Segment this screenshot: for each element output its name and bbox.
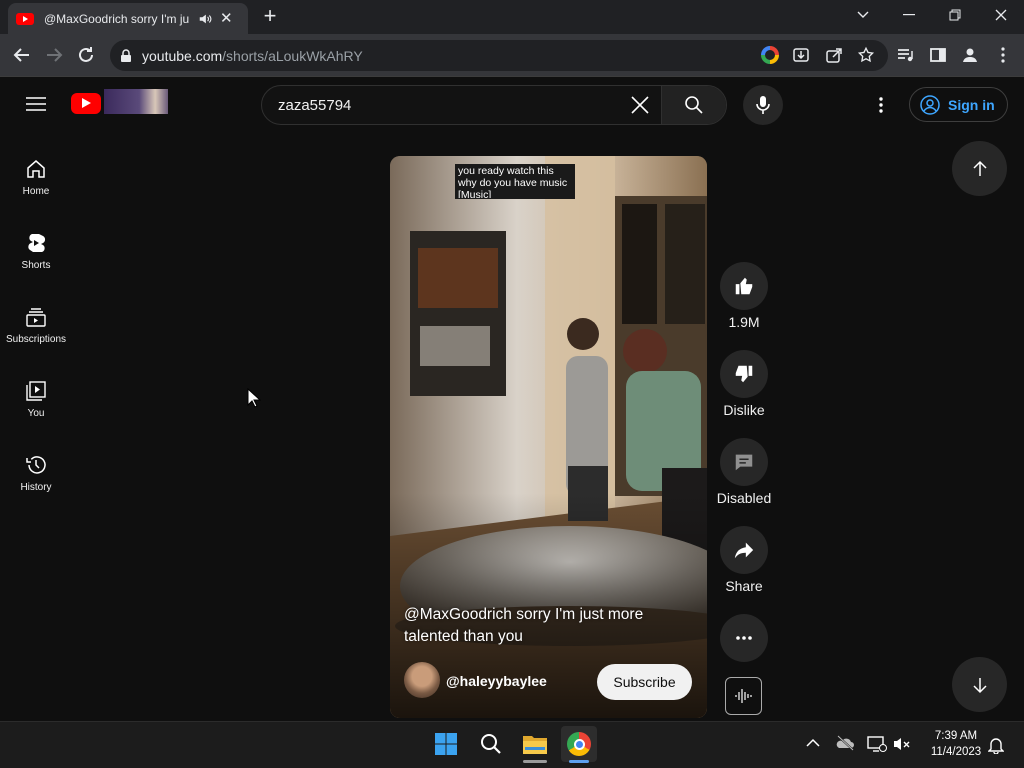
guide-item-you[interactable]: You [0, 369, 72, 429]
shorts-icon [28, 233, 46, 252]
share-label: Share [725, 578, 763, 594]
settings-menu-icon[interactable] [877, 96, 885, 114]
back-icon[interactable] [11, 44, 33, 66]
google-icon[interactable] [761, 46, 779, 64]
next-short-button[interactable] [952, 657, 1007, 712]
caption-line: why do you have music [458, 177, 568, 189]
guide-label-subscriptions: Subscriptions [5, 333, 67, 345]
like-button[interactable] [720, 262, 768, 310]
short-title[interactable]: @MaxGoodrich sorry I'm just more talente… [404, 604, 694, 648]
guide-label-history: History [20, 481, 52, 493]
subscribe-button[interactable]: Subscribe [597, 664, 692, 700]
media-queue-icon[interactable] [896, 46, 914, 64]
mouse-cursor-icon [247, 388, 261, 408]
guide-item-home[interactable]: Home [0, 147, 72, 207]
channel-avatar[interactable] [404, 662, 440, 698]
dislike-button[interactable] [720, 350, 768, 398]
onedrive-offline-icon[interactable] [835, 735, 855, 751]
chrome-taskbar-icon[interactable] [561, 726, 597, 762]
side-panel-icon[interactable] [929, 46, 947, 64]
guide-label-you: You [27, 407, 45, 419]
home-icon [27, 159, 45, 178]
comments-button[interactable] [720, 438, 768, 486]
caption-line: [Music] [458, 189, 492, 198]
guide-item-history[interactable]: History [0, 443, 72, 503]
search-input[interactable]: zaza55794 [278, 97, 631, 114]
clock-time: 7:39 AM [934, 730, 978, 742]
more-horizontal-icon [736, 636, 752, 640]
guide-label-shorts: Shorts [21, 259, 51, 271]
youtube-logo-icon[interactable] [71, 93, 101, 114]
show-hidden-icons-icon[interactable] [806, 738, 820, 748]
doodle-logo[interactable] [104, 89, 168, 114]
restore-icon[interactable] [932, 0, 978, 30]
new-tab-icon[interactable]: + [258, 4, 282, 28]
profile-icon[interactable] [961, 46, 979, 64]
more-actions-button[interactable] [720, 614, 768, 662]
thumbs-down-icon [735, 365, 753, 383]
search-icon [685, 96, 703, 114]
comment-icon [735, 454, 753, 471]
audio-wave-icon [734, 689, 752, 703]
share-icon [734, 542, 754, 559]
explorer-running-indicator [523, 760, 547, 763]
bookmark-star-icon[interactable] [857, 46, 875, 64]
sign-in-button[interactable]: Sign in [909, 87, 1008, 122]
reload-icon[interactable] [75, 44, 97, 66]
url-text: youtube.com/shorts/aLoukWkAhRY [142, 47, 363, 64]
guide-item-shorts[interactable]: Shorts [0, 221, 72, 281]
windows-start-icon[interactable] [428, 726, 464, 762]
you-icon [26, 380, 46, 401]
arrow-down-icon [972, 677, 987, 693]
lock-icon[interactable] [120, 48, 132, 63]
account-icon [920, 94, 940, 115]
like-count: 1.9M [728, 314, 760, 330]
clear-search-icon[interactable] [631, 96, 649, 114]
arrow-up-icon [972, 160, 987, 176]
install-app-icon[interactable] [792, 46, 810, 64]
taskbar-clock[interactable]: 7:39 AM 11/4/2023 [918, 728, 994, 760]
taskbar-search-icon[interactable] [473, 726, 509, 762]
tab-search-icon[interactable] [840, 0, 886, 30]
share-button[interactable] [720, 526, 768, 574]
file-explorer-icon[interactable] [517, 726, 553, 762]
closed-captions: you ready watch this why do you have mus… [455, 164, 575, 199]
browser-menu-icon[interactable] [994, 46, 1012, 64]
youtube-favicon-icon [16, 12, 34, 25]
browser-tab[interactable]: @MaxGoodrich sorry I'm ju ✕ [8, 3, 248, 34]
previous-short-button[interactable] [952, 141, 1007, 196]
network-icon[interactable] [867, 735, 887, 753]
guide-label-home: Home [22, 185, 50, 197]
sign-in-label: Sign in [948, 96, 995, 113]
search-box[interactable]: zaza55794 [261, 85, 727, 125]
speaker-icon[interactable] [198, 12, 212, 26]
caption-line: you ready watch this [458, 165, 554, 177]
comments-label: Disabled [716, 490, 772, 506]
dislike-label: Dislike [723, 402, 765, 418]
history-icon [26, 455, 46, 474]
thumbs-up-icon [735, 277, 753, 295]
notifications-bell-icon[interactable] [988, 736, 1004, 754]
sound-thumbnail-button[interactable] [725, 677, 762, 715]
tab-title: @MaxGoodrich sorry I'm ju [44, 11, 190, 26]
close-window-icon[interactable] [978, 0, 1024, 30]
voice-search-button[interactable] [743, 85, 783, 125]
subscriptions-icon [26, 307, 46, 327]
hamburger-menu-icon[interactable] [26, 96, 46, 112]
tab-close-icon[interactable]: ✕ [220, 11, 233, 26]
search-button[interactable] [662, 86, 726, 124]
forward-icon[interactable] [43, 44, 65, 66]
chrome-active-indicator [569, 760, 589, 763]
channel-name[interactable]: @haleyybaylee [446, 673, 547, 689]
clock-date: 11/4/2023 [930, 746, 982, 758]
volume-muted-icon[interactable] [893, 735, 911, 753]
guide-item-subscriptions[interactable]: Subscriptions [0, 295, 72, 355]
minimize-icon[interactable] [886, 0, 932, 30]
microphone-icon [756, 96, 770, 114]
share-page-icon[interactable] [825, 46, 843, 64]
